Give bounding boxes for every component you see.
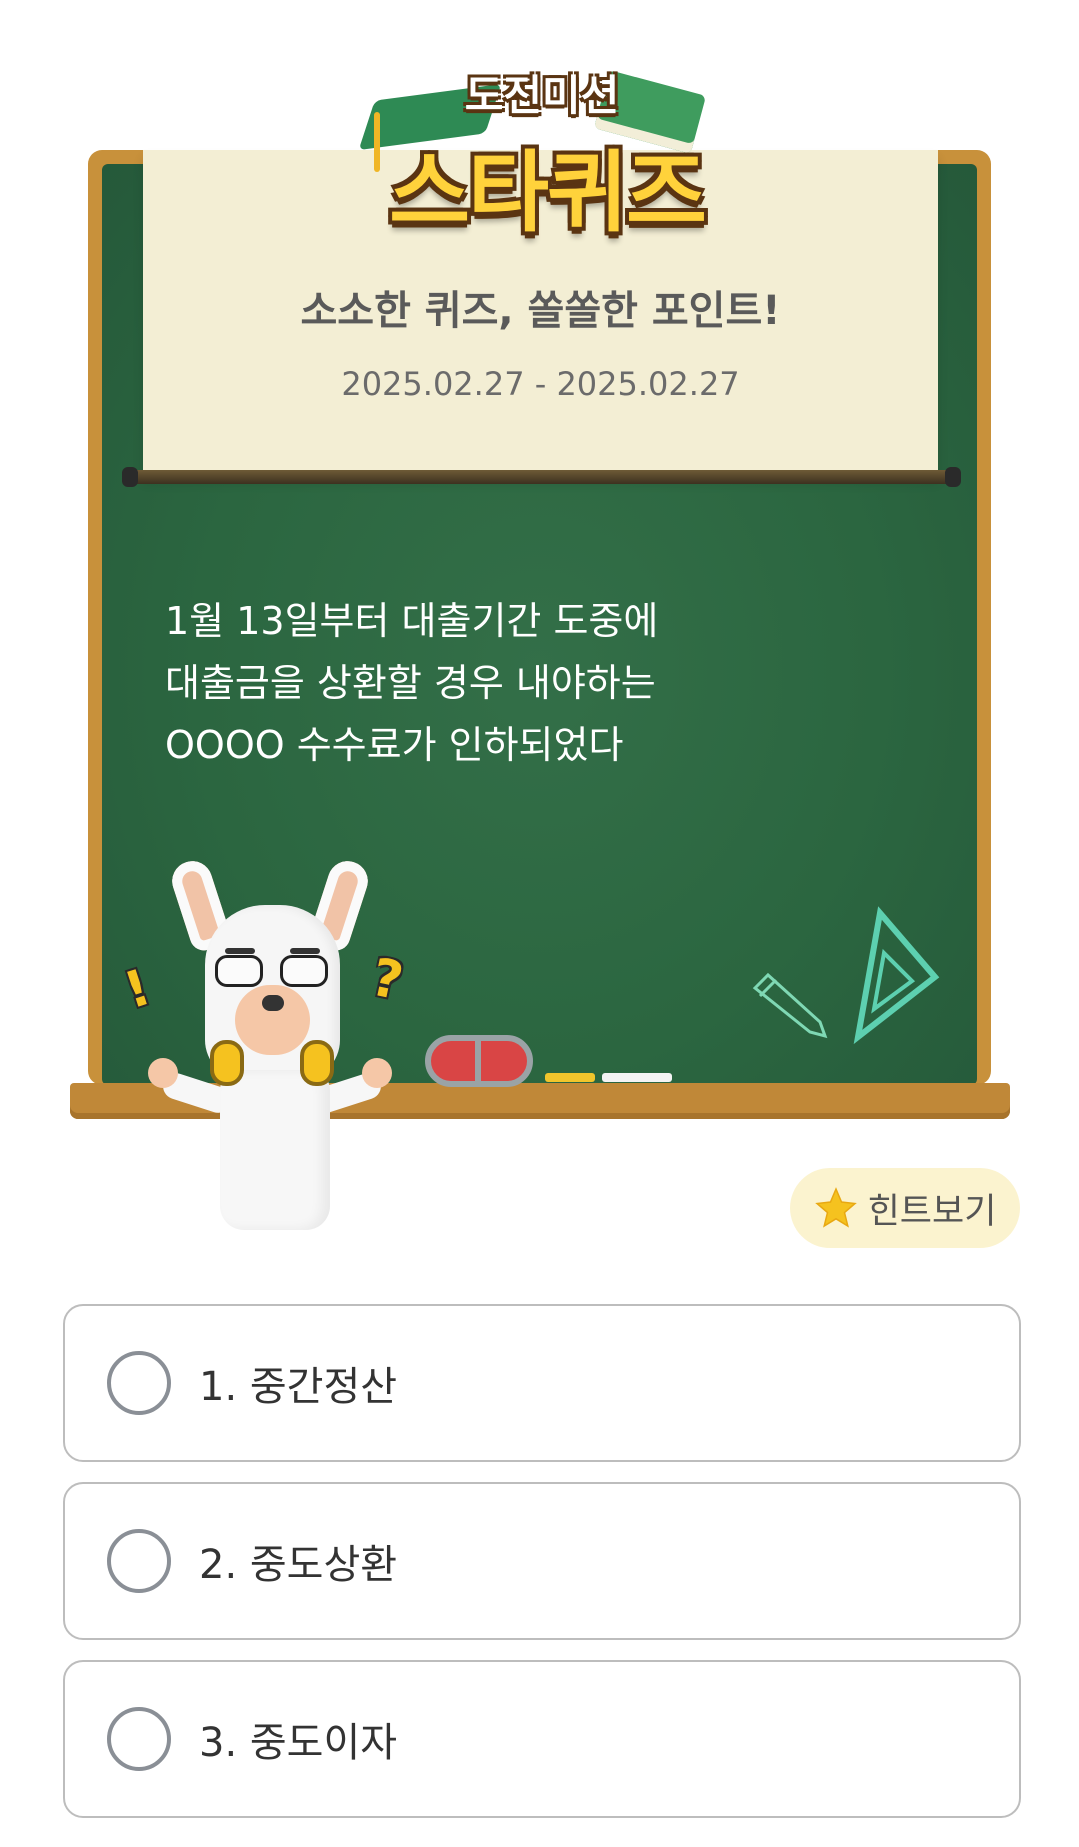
tassel-icon	[374, 112, 380, 172]
yellow-chalk-icon	[545, 1073, 595, 1082]
answer-option-3[interactable]: 3. 중도이자	[63, 1660, 1021, 1818]
question-text: 1월 13일부터 대출기간 도중에 대출금을 상환할 경우 내야하는 OOOO …	[165, 590, 865, 776]
eraser-icon	[425, 1035, 533, 1087]
question-line: 1월 13일부터 대출기간 도중에	[165, 599, 659, 643]
answer-option-label: 1. 중간정산	[199, 1364, 398, 1410]
mascot-brow	[290, 948, 320, 954]
radio-button[interactable]	[107, 1529, 171, 1593]
scroll-rod-cap-left	[122, 467, 138, 487]
mascot-brow	[225, 948, 255, 954]
question-line: 대출금을 상환할 경우 내야하는	[165, 661, 656, 705]
quiz-subtitle: 소소한 퀴즈, 쏠쏠한 포인트!	[300, 288, 781, 334]
scroll-rod-cap-right	[945, 467, 961, 487]
logo-small-text: 도전미션	[464, 71, 620, 120]
answer-option-label: 2. 중도상환	[199, 1542, 398, 1588]
headphones-icon	[300, 1040, 334, 1086]
mascot-nose	[262, 995, 284, 1011]
radio-button[interactable]	[107, 1351, 171, 1415]
mascot-hand	[148, 1058, 178, 1088]
mascot-body	[220, 1070, 330, 1230]
triangle-ruler-doodle-icon	[853, 906, 940, 1045]
radio-button[interactable]	[107, 1707, 171, 1771]
headphones-icon	[210, 1040, 244, 1086]
scroll-rod	[128, 470, 953, 484]
mascot-hand	[362, 1058, 392, 1088]
glasses-icon	[280, 955, 328, 987]
quiz-date-range: 2025.02.27 - 2025.02.27	[341, 365, 740, 403]
star-icon	[814, 1187, 857, 1228]
answer-option-label: 3. 중도이자	[199, 1720, 398, 1766]
logo-main-text: 스타퀴즈	[389, 141, 707, 244]
quiz-page: 도전미션 스타퀴즈 소소한 퀴즈, 쏠쏠한 포인트! 2025.02.27 - …	[0, 0, 1079, 1847]
hint-button-label: 힌트보기	[867, 1191, 997, 1232]
star-quiz-logo: 도전미션 스타퀴즈	[358, 52, 720, 252]
answer-option-2[interactable]: 2. 중도상환	[63, 1482, 1021, 1640]
white-chalk-icon	[602, 1073, 672, 1082]
answer-option-1[interactable]: 1. 중간정산	[63, 1304, 1021, 1462]
question-line: OOOO 수수료가 인하되었다	[165, 723, 624, 767]
hint-button[interactable]: 힌트보기	[790, 1168, 1020, 1248]
pencil-doodle-icon	[752, 972, 828, 1039]
alpaca-mascot: ! ?	[118, 856, 408, 1240]
glasses-icon	[215, 955, 263, 987]
